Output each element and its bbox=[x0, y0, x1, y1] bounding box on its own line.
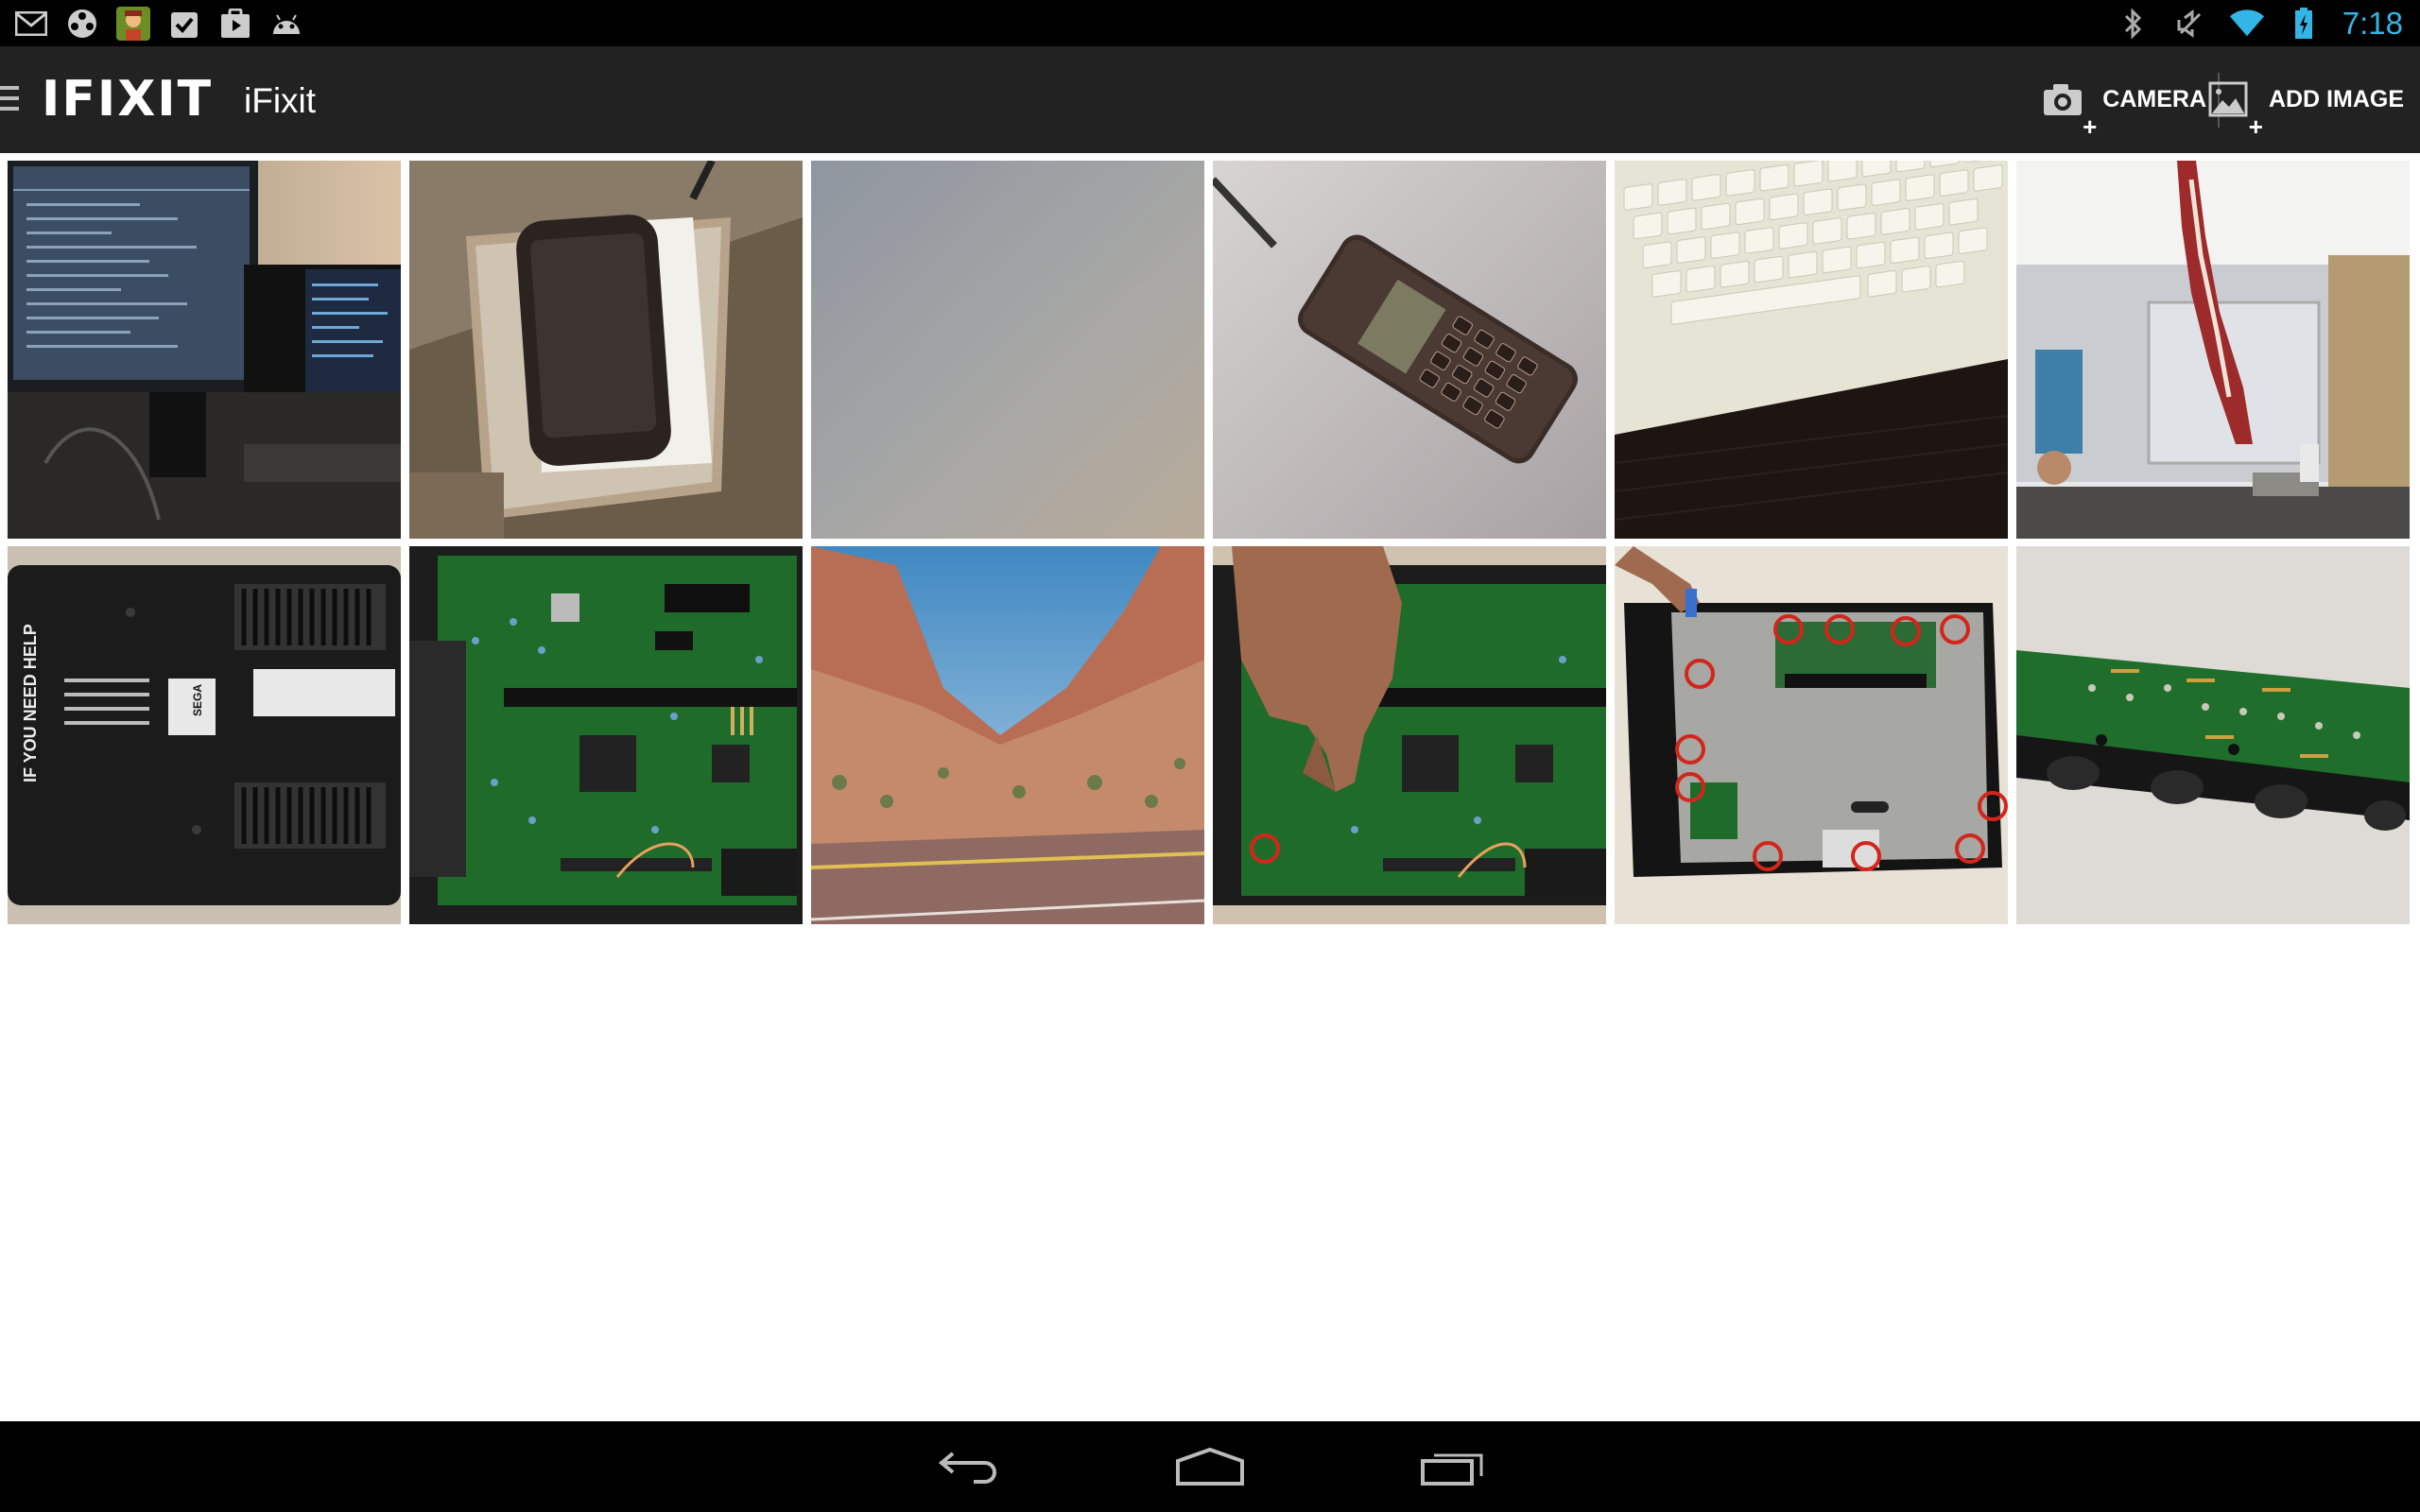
image-add-icon: + bbox=[2208, 77, 2263, 139]
office-sculpture-photo[interactable] bbox=[2016, 161, 2410, 539]
canyon-road-photo[interactable] bbox=[811, 546, 1204, 924]
system-icons: 7:18 bbox=[2116, 0, 2403, 46]
page-title: iFixit bbox=[244, 81, 317, 120]
hand-on-circuit-board-photo[interactable] bbox=[1213, 546, 1606, 924]
add-image-label: ADD IMAGE bbox=[2268, 86, 2404, 112]
add-image-button[interactable]: + ADD IMAGE bbox=[2208, 46, 2404, 153]
muted-icon bbox=[2172, 6, 2208, 42]
wifi-icon bbox=[2229, 6, 2265, 42]
media-reel-icon bbox=[64, 6, 100, 42]
ifixit-logo[interactable]: IFIXIT bbox=[42, 73, 213, 126]
keyboard-photo[interactable] bbox=[1615, 161, 2008, 539]
play-store-icon bbox=[217, 6, 253, 42]
navigation-bar bbox=[0, 1421, 2420, 1512]
sega-console-bottom-photo[interactable]: IF YOU NEED HELP SEGA bbox=[8, 546, 401, 924]
notification-icons bbox=[13, 6, 304, 42]
home-icon[interactable] bbox=[1167, 1438, 1253, 1495]
status-bar: 7:18 bbox=[0, 0, 2420, 46]
action-bar: IFIXIT iFixit + CAMERA + ADD IMAGE bbox=[0, 46, 2420, 153]
game-avatar-icon bbox=[115, 6, 151, 42]
camera-label: CAMERA bbox=[2102, 86, 2206, 112]
bluetooth-icon bbox=[2116, 6, 2152, 42]
pcb-strip-photo[interactable] bbox=[2016, 546, 2410, 924]
android-icon bbox=[268, 6, 304, 42]
sega-warning-text: IF YOU NEED HELP bbox=[21, 624, 40, 782]
drawer-menu-icon[interactable] bbox=[0, 86, 19, 114]
image-gallery-grid: IF YOU NEED HELP SEGA bbox=[8, 161, 2412, 924]
battery-charging-icon bbox=[2286, 6, 2322, 42]
old-cell-phone-photo[interactable] bbox=[1213, 161, 1606, 539]
metal-shield-screws-photo[interactable] bbox=[1615, 546, 2008, 924]
sega-label-text: SEGA bbox=[191, 684, 204, 716]
recent-apps-icon[interactable] bbox=[1410, 1438, 1495, 1495]
back-icon[interactable] bbox=[926, 1438, 1011, 1495]
phone-in-case-photo[interactable] bbox=[409, 161, 803, 539]
gmail-icon bbox=[13, 6, 49, 42]
clock: 7:18 bbox=[2342, 5, 2403, 41]
camera-button[interactable]: + CAMERA bbox=[2042, 46, 2206, 153]
blank-gray-photo[interactable] bbox=[811, 161, 1204, 539]
task-check-icon bbox=[166, 6, 202, 42]
camera-add-icon: + bbox=[2042, 77, 2097, 139]
circuit-board-photo[interactable] bbox=[409, 546, 803, 924]
computer-monitors-photo[interactable] bbox=[8, 161, 401, 539]
